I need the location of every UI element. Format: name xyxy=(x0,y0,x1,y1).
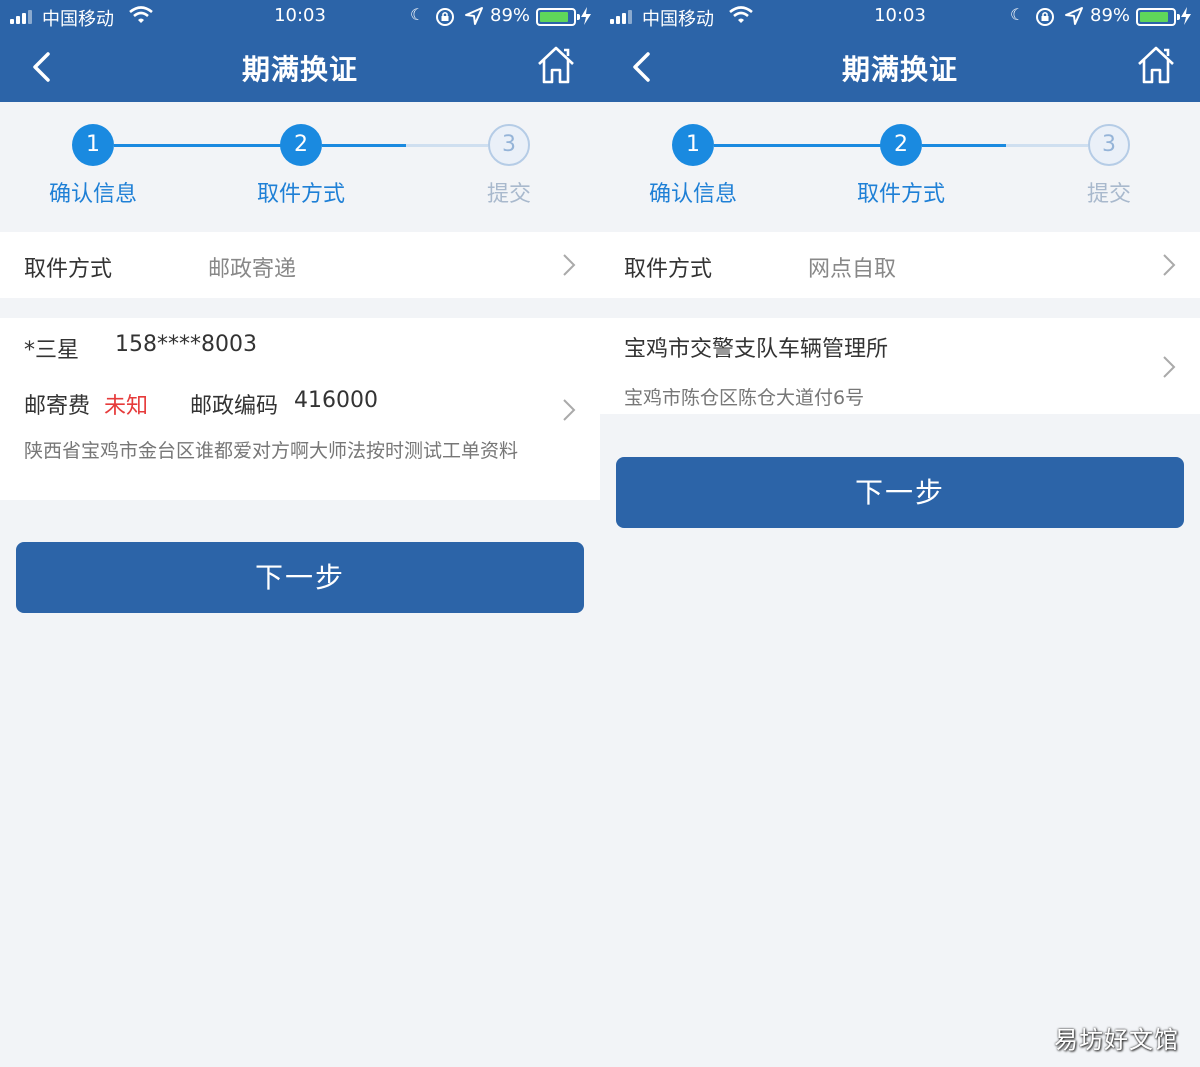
status-bar: 中国移动 10:03 ☾ 89% xyxy=(0,0,600,34)
recipient-phone: 158****8003 xyxy=(115,332,257,357)
rotation-lock-icon xyxy=(436,8,454,26)
step-1-indicator: 1 xyxy=(72,124,114,166)
chevron-right-icon xyxy=(563,399,576,421)
battery-percent: 89% xyxy=(1090,5,1131,26)
location-arrow-icon xyxy=(465,7,483,25)
screen-self-pickup: 中国移动 10:03 ☾ 89% 期满换证 1 2 3 确认信息 取件方式 提交… xyxy=(600,0,1200,1067)
app-header: 中国移动 10:03 ☾ 89% 期满换证 xyxy=(600,0,1200,102)
step-connector xyxy=(1006,144,1088,147)
mailing-address: 陕西省宝鸡市金台区谁都爱对方啊大师法按时测试工单资料 xyxy=(24,440,519,462)
screen-mail-delivery: 中国移动 10:03 ☾ 89% 期满换证 1 2 3 确认信息 取件方式 提交… xyxy=(0,0,600,1067)
step-2-indicator: 2 xyxy=(280,124,322,166)
postal-code-label: 邮政编码 xyxy=(190,394,279,419)
home-icon[interactable] xyxy=(1136,44,1176,86)
step-connector xyxy=(322,144,406,147)
step-3-label: 提交 xyxy=(486,182,531,207)
step-3-indicator: 3 xyxy=(488,124,530,166)
mail-address-card[interactable]: *三星 158****8003 邮寄费 未知 邮政编码 416000 陕西省宝鸡… xyxy=(0,318,600,500)
charging-bolt-icon xyxy=(581,7,591,25)
next-step-button[interactable]: 下一步 xyxy=(16,542,584,613)
step-3-label: 提交 xyxy=(1086,182,1131,207)
charging-bolt-icon xyxy=(1181,7,1191,25)
rotation-lock-icon xyxy=(1036,8,1054,26)
step-connector xyxy=(714,144,882,147)
step-2-label: 取件方式 xyxy=(256,182,345,207)
chevron-right-icon xyxy=(563,254,576,276)
step-2-indicator: 2 xyxy=(880,124,922,166)
step-3-indicator: 3 xyxy=(1088,124,1130,166)
next-step-button[interactable]: 下一步 xyxy=(616,457,1184,528)
step-connector xyxy=(922,144,1006,147)
battery-icon xyxy=(536,8,580,26)
pickup-method-row[interactable]: 取件方式 邮政寄递 xyxy=(0,232,600,298)
pickup-method-value: 邮政寄递 xyxy=(208,257,297,282)
battery-fill xyxy=(1140,12,1168,22)
progress-stepper: 1 2 3 确认信息 取件方式 提交 xyxy=(600,102,1200,230)
progress-stepper: 1 2 3 确认信息 取件方式 提交 xyxy=(0,102,600,230)
pickup-method-label: 取件方式 xyxy=(624,257,713,282)
status-bar: 中国移动 10:03 ☾ 89% xyxy=(600,0,1200,34)
app-header: 中国移动 10:03 ☾ 89% 期满换证 xyxy=(0,0,600,102)
watermark: 易坊好文馆 xyxy=(1054,1026,1179,1054)
pickup-point-name: 宝鸡市交警支队车辆管理所 xyxy=(624,337,889,362)
pickup-point-address: 宝鸡市陈仓区陈仓大道付6号 xyxy=(624,387,865,409)
moon-icon: ☾ xyxy=(410,5,425,24)
step-1-indicator: 1 xyxy=(672,124,714,166)
pickup-method-value: 网点自取 xyxy=(808,257,897,282)
location-arrow-icon xyxy=(1065,7,1083,25)
home-icon[interactable] xyxy=(536,44,576,86)
page-title: 期满换证 xyxy=(841,53,958,86)
chevron-right-icon xyxy=(1163,254,1176,276)
pickup-method-label: 取件方式 xyxy=(24,257,113,282)
pickup-point-card[interactable]: 宝鸡市交警支队车辆管理所 宝鸡市陈仓区陈仓大道付6号 xyxy=(600,318,1200,414)
postal-code-value: 416000 xyxy=(294,388,378,413)
moon-icon: ☾ xyxy=(1010,5,1025,24)
page-title: 期满换证 xyxy=(241,53,358,86)
chevron-right-icon xyxy=(1163,356,1176,378)
step-1-label: 确认信息 xyxy=(648,182,737,207)
pickup-method-row[interactable]: 取件方式 网点自取 xyxy=(600,232,1200,298)
recipient-name: *三星 xyxy=(24,338,80,363)
step-connector xyxy=(406,144,488,147)
battery-icon xyxy=(1136,8,1180,26)
battery-fill xyxy=(540,12,568,22)
step-2-label: 取件方式 xyxy=(856,182,945,207)
postage-label: 邮寄费 xyxy=(24,394,91,419)
step-connector xyxy=(114,144,282,147)
battery-percent: 89% xyxy=(490,5,531,26)
postage-value: 未知 xyxy=(104,394,149,419)
step-1-label: 确认信息 xyxy=(48,182,137,207)
